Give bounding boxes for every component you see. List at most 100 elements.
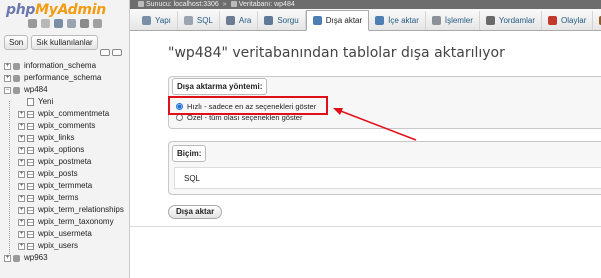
tree-item-label[interactable]: wpix_termmeta [38,180,92,192]
recent-favorites: Son Sık kullanılanlar [4,35,98,50]
tab-sql[interactable]: SQL [178,11,220,30]
tree-table-item[interactable]: + wpix_usermeta [0,228,130,240]
table-icon [27,231,34,238]
tree-item-label[interactable]: wpix_postmeta [38,156,91,168]
expand-icon[interactable]: + [18,243,25,250]
table-icon [27,243,34,250]
tab-disa-aktar[interactable]: Dışa aktar [305,10,370,31]
tree-item-label[interactable]: Yeni [38,96,53,108]
tree-table-item[interactable]: + wpix_postmeta [0,156,130,168]
expand-icon[interactable]: + [4,75,11,82]
tree-item-label[interactable]: wpix_comments [38,120,95,132]
tab-yordamlar[interactable]: Yordamlar [480,11,543,30]
breadcrumb-server[interactable]: Sunucu: localhost:3306 [138,0,219,9]
tab-label: Dışa aktar [325,16,363,25]
expand-icon[interactable]: + [18,219,25,226]
favorites-button[interactable]: Sık kullanılanlar [31,35,98,50]
tab-islemler[interactable]: İşlemler [426,11,480,30]
phpmyadmin-logo[interactable]: phpMyAdmin [6,2,106,18]
tree-database-item[interactable]: + information_schema [0,60,130,72]
islemler-icon [431,16,441,25]
navigation-panel: phpMyAdmin Son Sık kullanılanlar + inform… [0,0,130,278]
database-icon [13,255,20,262]
tree-database-item[interactable]: − wp484 [0,84,130,96]
link-with-main-icon[interactable] [112,49,122,56]
expand-icon[interactable]: + [18,159,25,166]
tree-table-item[interactable]: + wpix_options [0,144,130,156]
disa-aktar-icon [312,16,322,25]
tree-new-item[interactable]: Yeni [0,96,130,108]
table-icon [27,159,34,166]
expand-icon[interactable]: + [18,183,25,190]
expand-icon[interactable]: + [18,111,25,118]
reload-icon[interactable] [93,19,102,28]
tree-item-label[interactable]: wpix_usermeta [38,228,92,240]
tree-table-item[interactable]: + wpix_term_taxonomy [0,216,130,228]
tree-item-label[interactable]: wp963 [24,252,48,264]
tree-table-item[interactable]: + wpix_posts [0,168,130,180]
tree-item-label[interactable]: wpix_terms [38,192,78,204]
tab-olaylar[interactable]: Olaylar [542,11,594,30]
settings-icon[interactable] [80,19,89,28]
tree-database-item[interactable]: + performance_schema [0,72,130,84]
tab-ara[interactable]: Ara [220,11,259,30]
tree-item-label[interactable]: wpix_options [38,144,84,156]
tree-table-item[interactable]: + wpix_term_relationships [0,204,130,216]
tree-item-label[interactable]: wp484 [24,84,48,96]
sql-icon [183,16,193,25]
tree-table-item[interactable]: + wpix_links [0,132,130,144]
annotation-arrow [333,108,417,141]
format-legend: Biçim: [172,145,207,162]
tab-label: İşlemler [444,16,473,25]
table-icon [27,135,34,142]
tree-item-label[interactable]: performance_schema [24,72,101,84]
tree-table-item[interactable]: + wpix_terms [0,192,130,204]
expand-icon[interactable]: + [4,255,11,262]
expand-icon[interactable]: + [4,63,11,70]
table-icon [27,111,34,118]
expand-icon[interactable]: + [18,171,25,178]
tree-item-label[interactable]: wpix_links [38,132,74,144]
recent-button[interactable]: Son [4,35,29,50]
export-button[interactable]: Dışa aktar [168,205,223,219]
tab-label: SQL [196,16,213,25]
expand-icon[interactable]: + [18,207,25,214]
home-icon[interactable] [28,19,37,28]
expand-icon[interactable]: + [18,123,25,130]
tree-item-label[interactable]: wpix_users [38,240,78,252]
help-icon[interactable] [54,19,63,28]
tab-sorgu[interactable]: Sorgu [258,11,306,30]
tree-item-label[interactable]: wpix_posts [38,168,78,180]
page-title: "wp484" veritabanından tablolar dışa akt… [168,45,505,61]
logout-icon[interactable] [41,19,50,28]
expand-icon[interactable]: + [18,195,25,202]
tab-yapi[interactable]: Yapı [136,11,178,30]
tree-item-label[interactable]: wpix_term_taxonomy [38,216,114,228]
tree-database-item[interactable]: + wp963 [0,252,130,264]
breadcrumb-database[interactable]: Veritabanı: wp484 [230,0,295,9]
docs-icon[interactable] [67,19,76,28]
tree-controls [100,49,122,56]
tab-ice-aktar[interactable]: İçe aktar [369,11,426,30]
tab-tetikleyiciler[interactable]: Te [593,11,601,30]
format-select[interactable] [174,167,601,189]
server-icon [138,1,144,7]
tree-item-label[interactable]: wpix_commentmeta [38,108,109,120]
sorgu-icon [264,16,274,25]
tree-item-label[interactable]: information_schema [24,60,96,72]
olaylar-icon [548,16,558,25]
collapse-all-icon[interactable] [100,49,110,56]
tree-item-label[interactable]: wpix_term_relationships [38,204,124,216]
divider [130,226,601,227]
custom-radio[interactable] [176,114,183,121]
table-icon [27,123,34,130]
collapse-icon[interactable]: − [4,87,11,94]
expand-icon[interactable]: + [18,135,25,142]
expand-icon[interactable]: + [18,231,25,238]
annotation-arrow-head [333,108,343,115]
tree-table-item[interactable]: + wpix_termmeta [0,180,130,192]
expand-icon[interactable]: + [18,147,25,154]
tree-table-item[interactable]: + wpix_users [0,240,130,252]
tree-table-item[interactable]: + wpix_comments [0,120,130,132]
tree-table-item[interactable]: + wpix_commentmeta [0,108,130,120]
